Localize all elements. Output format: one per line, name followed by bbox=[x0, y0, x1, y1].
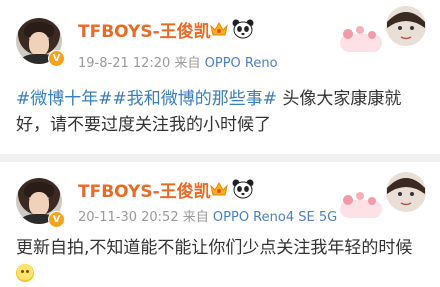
verified-badge-icon: V bbox=[48, 211, 65, 228]
post-text: #微博十年##我和微博的那些事# 头像大家康康就好，请不要过度关注我的小时候了 bbox=[16, 86, 430, 138]
post-time: 20-11-30 20:52 bbox=[78, 210, 179, 225]
post-time: 19-8-21 12:20 bbox=[78, 56, 171, 71]
post-meta: 20-11-30 20:52 来自 OPPO Reno4 SE 5G bbox=[78, 206, 337, 225]
hashtag[interactable]: #我和微博的那些事# bbox=[113, 89, 278, 109]
card-decoration-icon bbox=[340, 6, 426, 52]
avatar-face bbox=[29, 32, 49, 56]
post-separator bbox=[0, 154, 440, 162]
crown-icon bbox=[210, 181, 228, 196]
post-text: 更新自拍,不知道能不能让你们少点关注我年轻的时候 bbox=[16, 235, 430, 287]
author-name[interactable]: TFBOYS-王俊凯 bbox=[78, 17, 211, 42]
hashtag[interactable]: #微博十年# bbox=[16, 89, 113, 109]
source-prefix: 来自 bbox=[174, 56, 201, 71]
crown-icon bbox=[210, 21, 228, 36]
source-app[interactable]: OPPO Reno bbox=[205, 56, 278, 71]
smile-emoji-icon bbox=[16, 264, 34, 282]
card-decoration-icon bbox=[340, 172, 426, 218]
avatar-face bbox=[29, 192, 49, 216]
post-meta: 19-8-21 12:20 来自 OPPO Reno bbox=[78, 52, 278, 71]
panda-icon bbox=[232, 179, 254, 199]
source-app[interactable]: OPPO Reno4 SE 5G bbox=[213, 210, 337, 225]
author-name[interactable]: TFBOYS-王俊凯 bbox=[78, 177, 211, 202]
panda-icon bbox=[232, 19, 254, 39]
verified-badge-icon: V bbox=[48, 50, 65, 67]
post-body: 更新自拍,不知道能不能让你们少点关注我年轻的时候 bbox=[16, 238, 413, 258]
weibo-post-1: V TFBOYS-王俊凯 19-8-21 12:20 来自 OPPO Reno … bbox=[0, 0, 440, 154]
source-prefix: 来自 bbox=[182, 210, 209, 225]
weibo-post-2: V TFBOYS-王俊凯 20-11-30 20:52 来自 OPPO Reno… bbox=[0, 162, 440, 287]
